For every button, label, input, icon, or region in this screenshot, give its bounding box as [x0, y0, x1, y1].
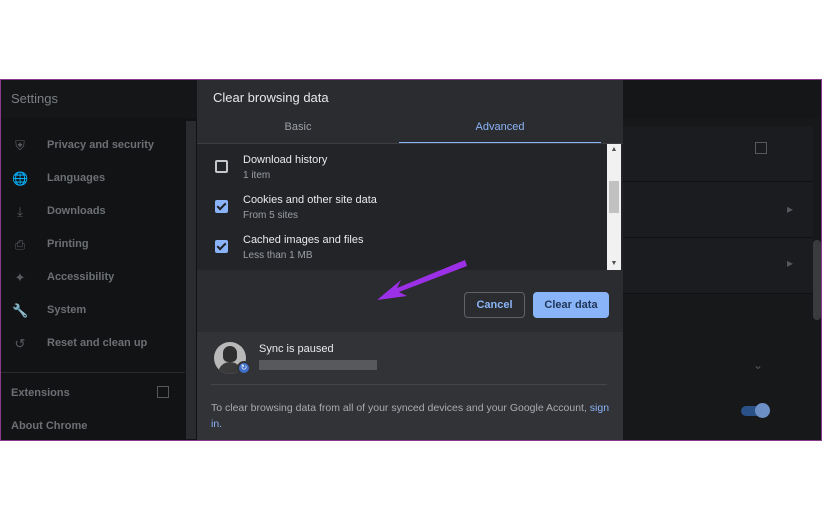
sync-divider	[211, 384, 607, 385]
tab-basic[interactable]: Basic	[197, 113, 399, 144]
content-scrollbar[interactable]	[813, 240, 821, 320]
sidebar-item-label: Reset and clean up	[47, 337, 148, 349]
list-item-cached-images[interactable]: Cached images and files Less than 1 MB	[197, 224, 607, 264]
item-name: Download history	[243, 154, 328, 166]
chevron-right-icon: ▸	[786, 202, 793, 216]
cancel-button[interactable]: Cancel	[464, 292, 525, 318]
list-item-download-history[interactable]: Download history 1 item	[197, 144, 607, 184]
chevron-right-icon: ▸	[786, 256, 793, 270]
sidebar-scrollbar[interactable]	[186, 121, 196, 439]
sidebar-item-label: Languages	[47, 172, 106, 184]
sidebar-item-label: Downloads	[47, 205, 106, 217]
dialog-title: Clear browsing data	[213, 90, 329, 105]
sidebar-item-privacy[interactable]: ⛨ Privacy and security	[1, 130, 185, 163]
sidebar-item-system[interactable]: 🔧 System	[1, 295, 185, 328]
sidebar-item-reset[interactable]: ↺ Reset and clean up	[1, 328, 185, 361]
shield-icon: ⛨	[15, 138, 25, 153]
data-type-list: Download history 1 item Cookies and othe…	[197, 144, 623, 270]
sidebar-item-label: System	[47, 304, 87, 316]
chevron-down-icon[interactable]: ⌄	[753, 358, 763, 372]
sidebar-item-label: Accessibility	[47, 271, 115, 283]
checkbox[interactable]	[215, 160, 228, 173]
list-scrollbar[interactable]: ▲ ▼	[607, 144, 621, 270]
settings-title: Settings	[11, 91, 58, 106]
sidebar-item-downloads[interactable]: ⤓ Downloads	[1, 196, 185, 229]
history-icon: ↺	[14, 336, 26, 351]
tab-advanced[interactable]: Advanced	[399, 113, 601, 144]
wrench-icon: 🔧	[12, 303, 29, 318]
clear-browsing-data-dialog: Clear browsing data Basic Advanced Downl…	[197, 80, 623, 440]
item-detail: From 5 sites	[243, 210, 299, 221]
list-item-cookies[interactable]: Cookies and other site data From 5 sites	[197, 184, 607, 224]
sync-paused-icon: ↻	[237, 361, 251, 375]
sidebar-item-accessibility[interactable]: ✦ Accessibility	[1, 262, 185, 295]
open-in-new-icon[interactable]	[157, 386, 169, 398]
item-detail: Less than 1 MB	[243, 250, 313, 261]
download-icon: ⤓	[17, 204, 23, 219]
settings-content: ▸ ▸ ⌄	[623, 118, 821, 440]
item-name: Cookies and other site data	[243, 194, 377, 206]
sync-status: Sync is paused	[259, 343, 334, 355]
sidebar-item-extensions[interactable]: Extensions	[11, 387, 70, 399]
screenshot-frame: Settings ⛨ Privacy and security 🌐 Langua…	[0, 79, 822, 441]
scroll-down-arrow-icon[interactable]: ▼	[607, 258, 621, 270]
scrollbar-thumb[interactable]	[609, 181, 619, 213]
blurred-account-email	[259, 360, 377, 370]
settings-row[interactable]: ▸	[623, 238, 813, 294]
sidebar-item-printing[interactable]: ⎙ Printing	[1, 229, 185, 262]
clear-data-button[interactable]: Clear data	[533, 292, 609, 318]
scroll-up-arrow-icon[interactable]: ▲	[607, 144, 621, 156]
sync-info-message: To clear browsing data from all of your …	[211, 402, 587, 414]
settings-row[interactable]: ▸	[623, 182, 813, 238]
item-name: Cached images and files	[243, 234, 364, 246]
settings-row[interactable]	[623, 126, 813, 182]
sidebar-item-about[interactable]: About Chrome	[11, 420, 87, 432]
checkbox[interactable]	[215, 240, 228, 253]
item-detail: 1 item	[243, 170, 271, 181]
printer-icon: ⎙	[14, 237, 26, 252]
open-in-new-icon[interactable]	[755, 142, 767, 154]
accessibility-icon: ✦	[14, 270, 26, 285]
setting-toggle-knob[interactable]	[755, 403, 770, 418]
checkbox[interactable]	[215, 200, 228, 213]
sync-section: ↻ Sync is paused To clear browsing data …	[197, 332, 623, 440]
sidebar-divider	[1, 372, 185, 373]
sidebar-item-label: Privacy and security	[47, 139, 155, 151]
globe-icon: 🌐	[12, 171, 29, 186]
sidebar-item-label: Printing	[47, 238, 89, 250]
sidebar-item-languages[interactable]: 🌐 Languages	[1, 163, 185, 196]
sync-info-text: To clear browsing data from all of your …	[211, 400, 611, 432]
